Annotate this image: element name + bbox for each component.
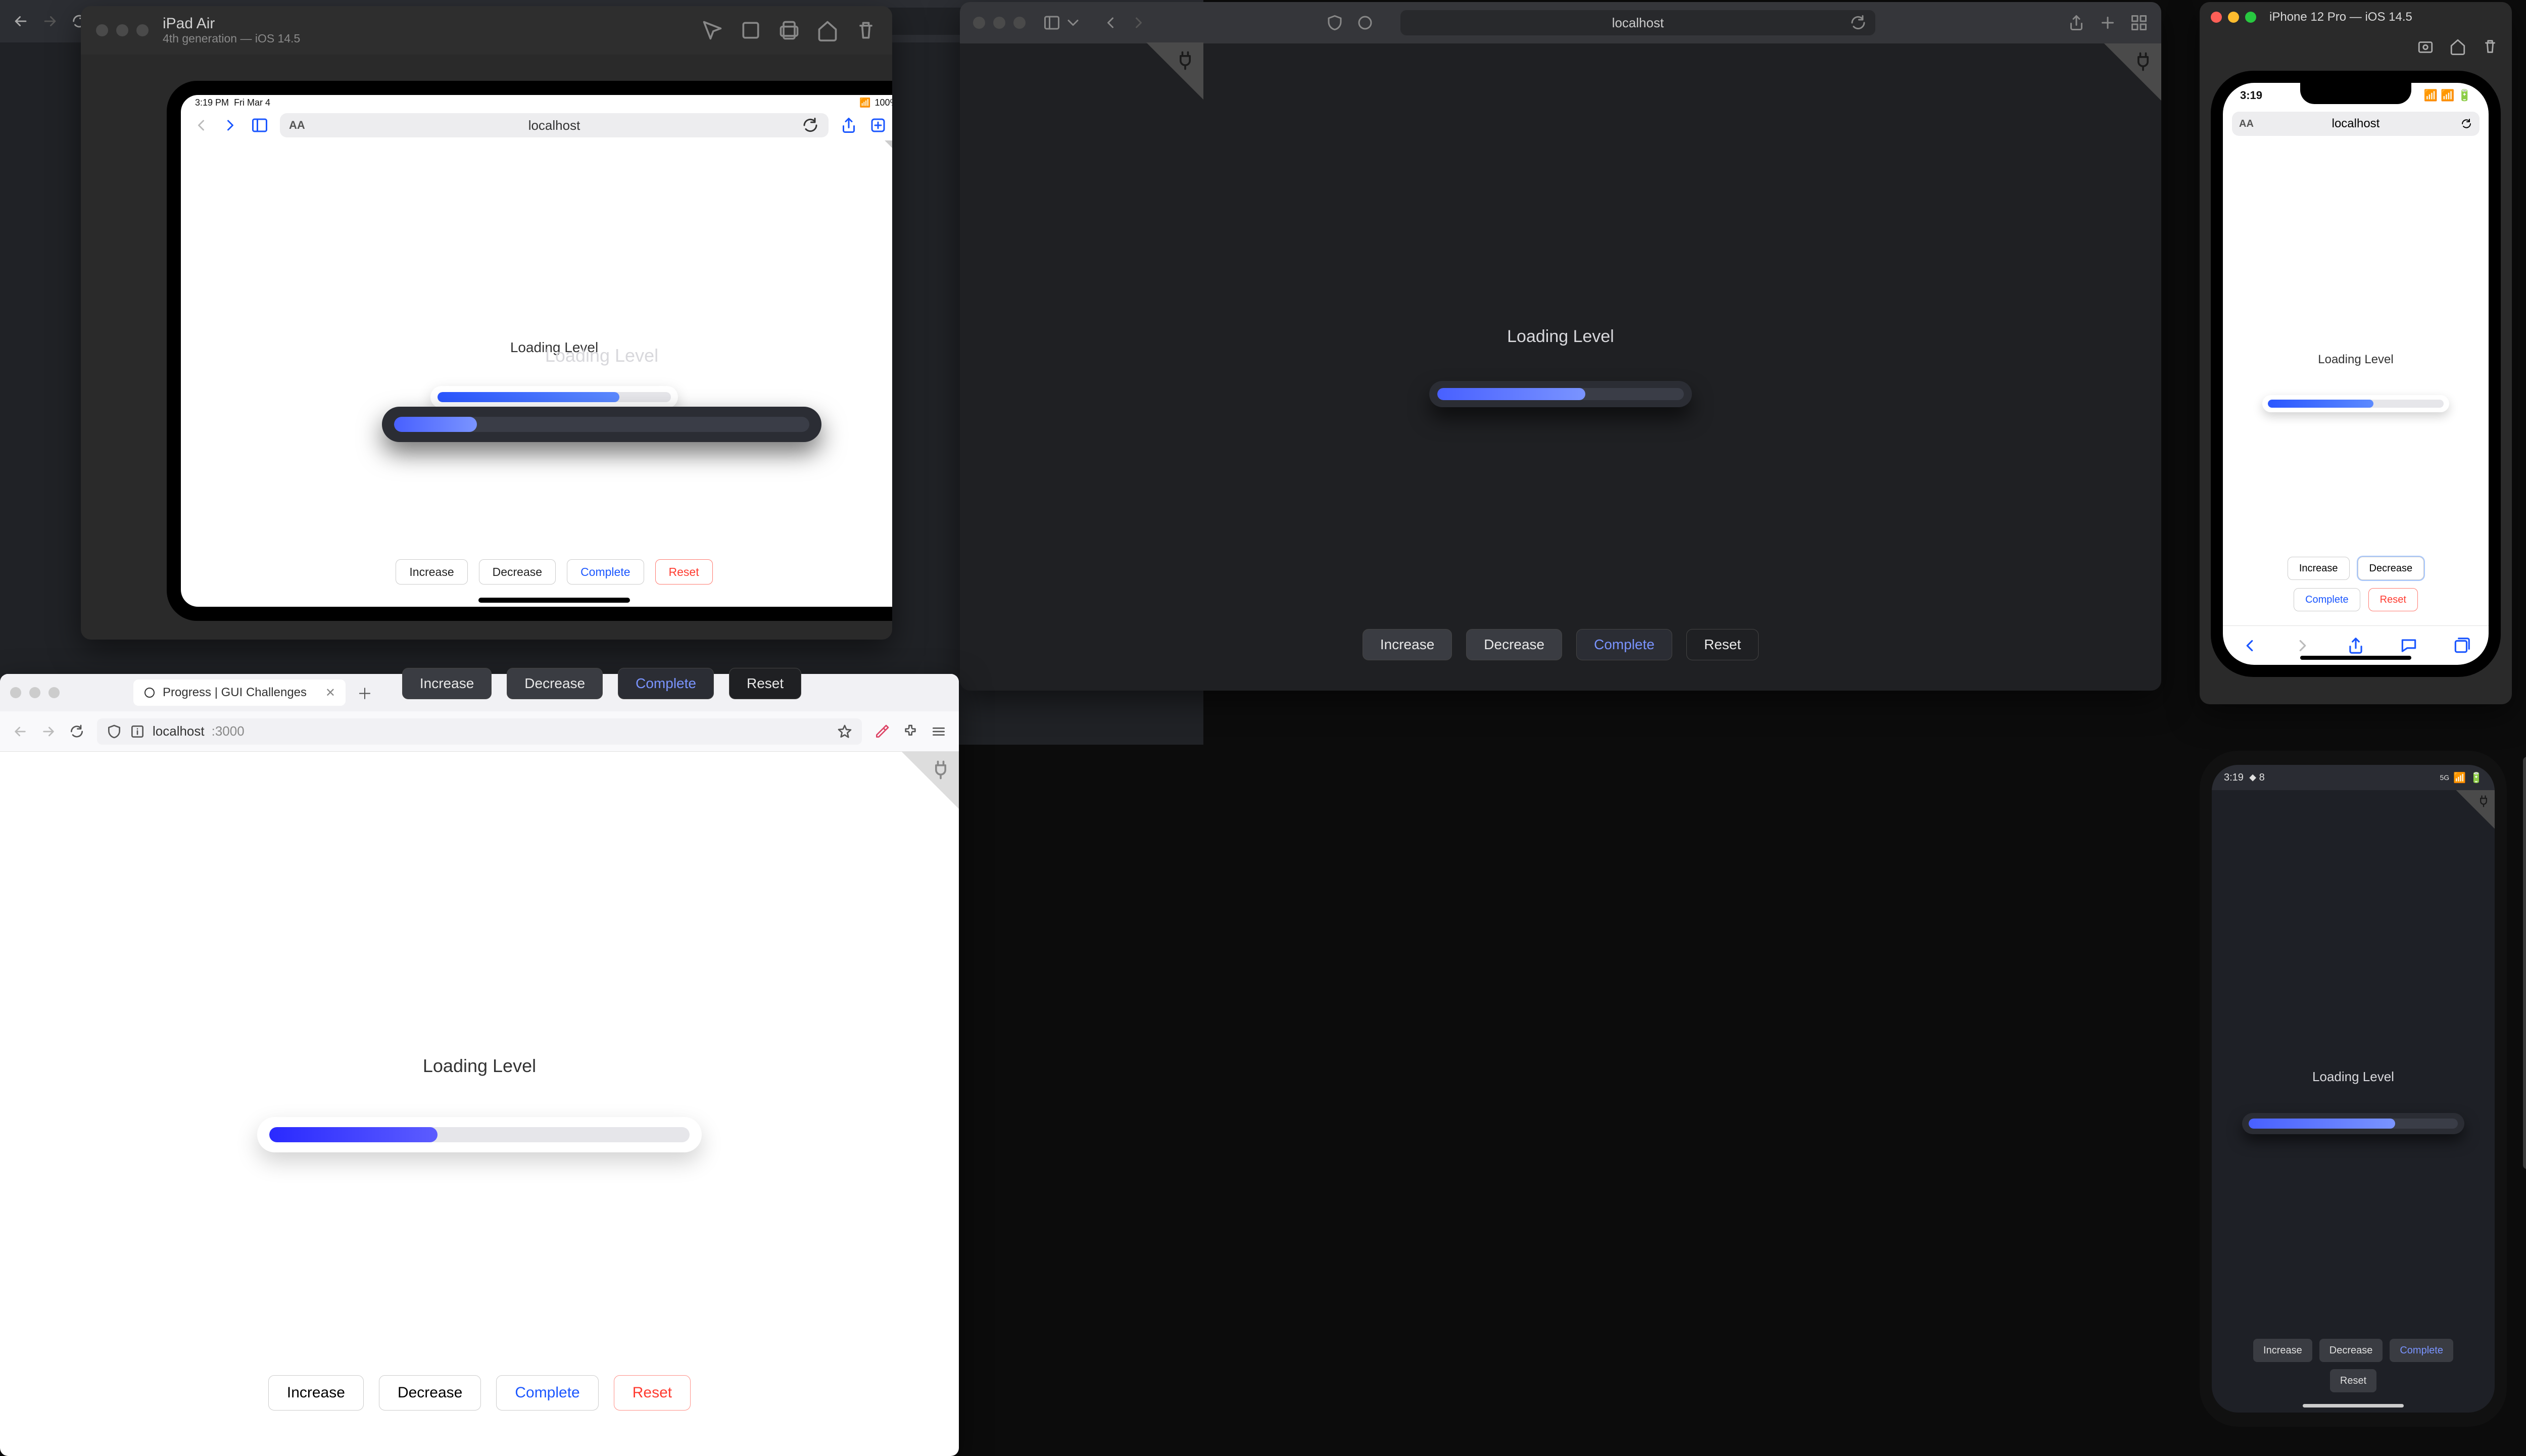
new-tab-icon[interactable]: [2099, 14, 2117, 32]
back-icon[interactable]: [2240, 636, 2259, 655]
chrome-window: localhost:3000 Loading Level Increase De…: [0, 0, 1203, 745]
zoom-button[interactable]: [2245, 12, 2256, 23]
back-icon[interactable]: [12, 13, 29, 30]
iphone-time: 3:19: [2240, 89, 2262, 102]
forward-icon[interactable]: [2293, 636, 2312, 655]
forward-icon[interactable]: [41, 13, 59, 30]
reset-button[interactable]: Reset: [1686, 629, 1759, 660]
progress-fill: [2249, 1119, 2395, 1129]
complete-button[interactable]: Complete: [496, 1375, 598, 1411]
bookmarks-icon[interactable]: [2399, 636, 2418, 655]
iphone-url-field[interactable]: AA localhost: [2232, 112, 2480, 136]
complete-button[interactable]: Complete: [2390, 1339, 2453, 1362]
loading-level-label: Loading Level: [2318, 353, 2393, 367]
increase-button[interactable]: Increase: [402, 668, 492, 699]
progress-bar: [257, 1117, 702, 1152]
progress-bar: [2242, 1113, 2464, 1134]
reset-button[interactable]: Reset: [2330, 1369, 2376, 1392]
progress-bar: [382, 407, 821, 442]
home-icon[interactable]: [816, 19, 839, 41]
screenshot-icon[interactable]: [740, 19, 762, 41]
progress-fill: [394, 417, 477, 432]
dev-corner-badge: [1128, 42, 1203, 118]
minimize-button[interactable]: [2228, 12, 2239, 23]
progress-fill: [1437, 388, 1585, 400]
progress-bar: [1429, 381, 1692, 407]
iphone-notch: [2300, 83, 2411, 104]
decrease-button[interactable]: Decrease: [1466, 629, 1562, 660]
safari-toolbar: localhost: [960, 2, 2161, 43]
iphone-sim-title: iPhone 12 Pro — iOS 14.5: [2269, 10, 2412, 24]
close-button[interactable]: [2211, 12, 2222, 23]
shield-icon[interactable]: [1326, 14, 1344, 32]
ipad-sim-title: iPad Air: [163, 15, 300, 32]
pointer-icon[interactable]: [701, 19, 723, 41]
decrease-button[interactable]: Decrease: [507, 668, 603, 699]
android-time: 3:19: [2224, 772, 2244, 784]
decrease-button[interactable]: Decrease: [2358, 557, 2424, 580]
android-temp: 8: [2259, 772, 2265, 784]
iphone-url-text: localhost: [2332, 117, 2380, 131]
plug-icon: [2476, 794, 2491, 808]
appearance-icon[interactable]: [1356, 14, 1374, 32]
safari-url-field[interactable]: localhost: [1400, 10, 1875, 35]
plug-icon: [2132, 51, 2154, 73]
forward-icon[interactable]: [1130, 14, 1148, 32]
loading-level-label: Loading Level: [1507, 327, 1614, 347]
increase-button[interactable]: Increase: [2288, 557, 2350, 580]
dev-corner-badge: [883, 752, 959, 828]
trash-icon[interactable]: [2482, 38, 2499, 55]
complete-button[interactable]: Complete: [1576, 629, 1672, 660]
iphone-device-frame: 3:19📶📶🔋 AA localhost Loading Level Incre…: [2211, 71, 2501, 677]
safari-url-text: localhost: [1612, 15, 1664, 31]
plug-icon: [930, 759, 952, 781]
screenshot-icon[interactable]: [2417, 38, 2434, 55]
decrease-button[interactable]: Decrease: [379, 1375, 481, 1411]
progress-bar: [2262, 395, 2449, 412]
reset-button[interactable]: Reset: [729, 668, 801, 699]
increase-button[interactable]: Increase: [268, 1375, 364, 1411]
trash-icon[interactable]: [855, 19, 877, 41]
android-device-frame: 3:19 ⬥ 8 5G📶🔋 Loading Level Increase Dec…: [2200, 751, 2507, 1427]
decrease-button[interactable]: Decrease: [2319, 1339, 2383, 1362]
window-controls[interactable]: [973, 17, 1026, 29]
dev-corner-badge: [2085, 43, 2161, 119]
loading-level-label: Loading Level: [423, 1055, 536, 1077]
tabs-icon[interactable]: [2452, 636, 2471, 655]
reload-icon[interactable]: [2460, 118, 2472, 130]
text-size-icon[interactable]: AA: [2239, 118, 2254, 130]
increase-button[interactable]: Increase: [1363, 629, 1452, 660]
increase-button[interactable]: Increase: [2253, 1339, 2312, 1362]
iphone-safari-toolbar: AA localhost: [2223, 108, 2489, 139]
android-status-bar: 3:19 ⬥ 8 5G📶🔋: [2212, 765, 2495, 790]
iphone-sim-titlebar: iPhone 12 Pro — iOS 14.5: [2200, 2, 2512, 32]
loading-level-label: Loading Level: [2312, 1069, 2394, 1085]
reset-button[interactable]: Reset: [614, 1375, 691, 1411]
tabs-icon[interactable]: [2130, 14, 2148, 32]
plug-icon: [1174, 50, 1196, 72]
firefox-window: Progress | GUI Challenges ✕ ＋ localhost:…: [0, 674, 959, 1456]
home-indicator[interactable]: [2303, 1404, 2404, 1408]
complete-button[interactable]: Complete: [618, 668, 714, 699]
sidebar-button[interactable]: [1043, 14, 1082, 32]
complete-button[interactable]: Complete: [2294, 588, 2360, 611]
share-icon[interactable]: [2067, 14, 2085, 32]
home-indicator[interactable]: [2300, 656, 2411, 660]
back-icon[interactable]: [1101, 14, 1120, 32]
android-emulator-toolbar: ✕: [2523, 757, 2526, 1169]
share-icon[interactable]: [2346, 636, 2365, 655]
dev-corner-badge: [2444, 790, 2495, 841]
reset-button[interactable]: Reset: [2368, 588, 2418, 611]
progress-fill: [2268, 400, 2373, 408]
reload-icon[interactable]: [1849, 14, 1867, 32]
home-icon[interactable]: [2449, 38, 2466, 55]
iphone-simulator-window: iPhone 12 Pro — iOS 14.5 3:19📶📶🔋 AA loca…: [2200, 2, 2512, 704]
loading-level-label: Loading Level: [545, 345, 658, 366]
window-controls[interactable]: [96, 24, 149, 36]
progress-fill: [269, 1127, 438, 1142]
rotate-icon[interactable]: [778, 19, 800, 41]
